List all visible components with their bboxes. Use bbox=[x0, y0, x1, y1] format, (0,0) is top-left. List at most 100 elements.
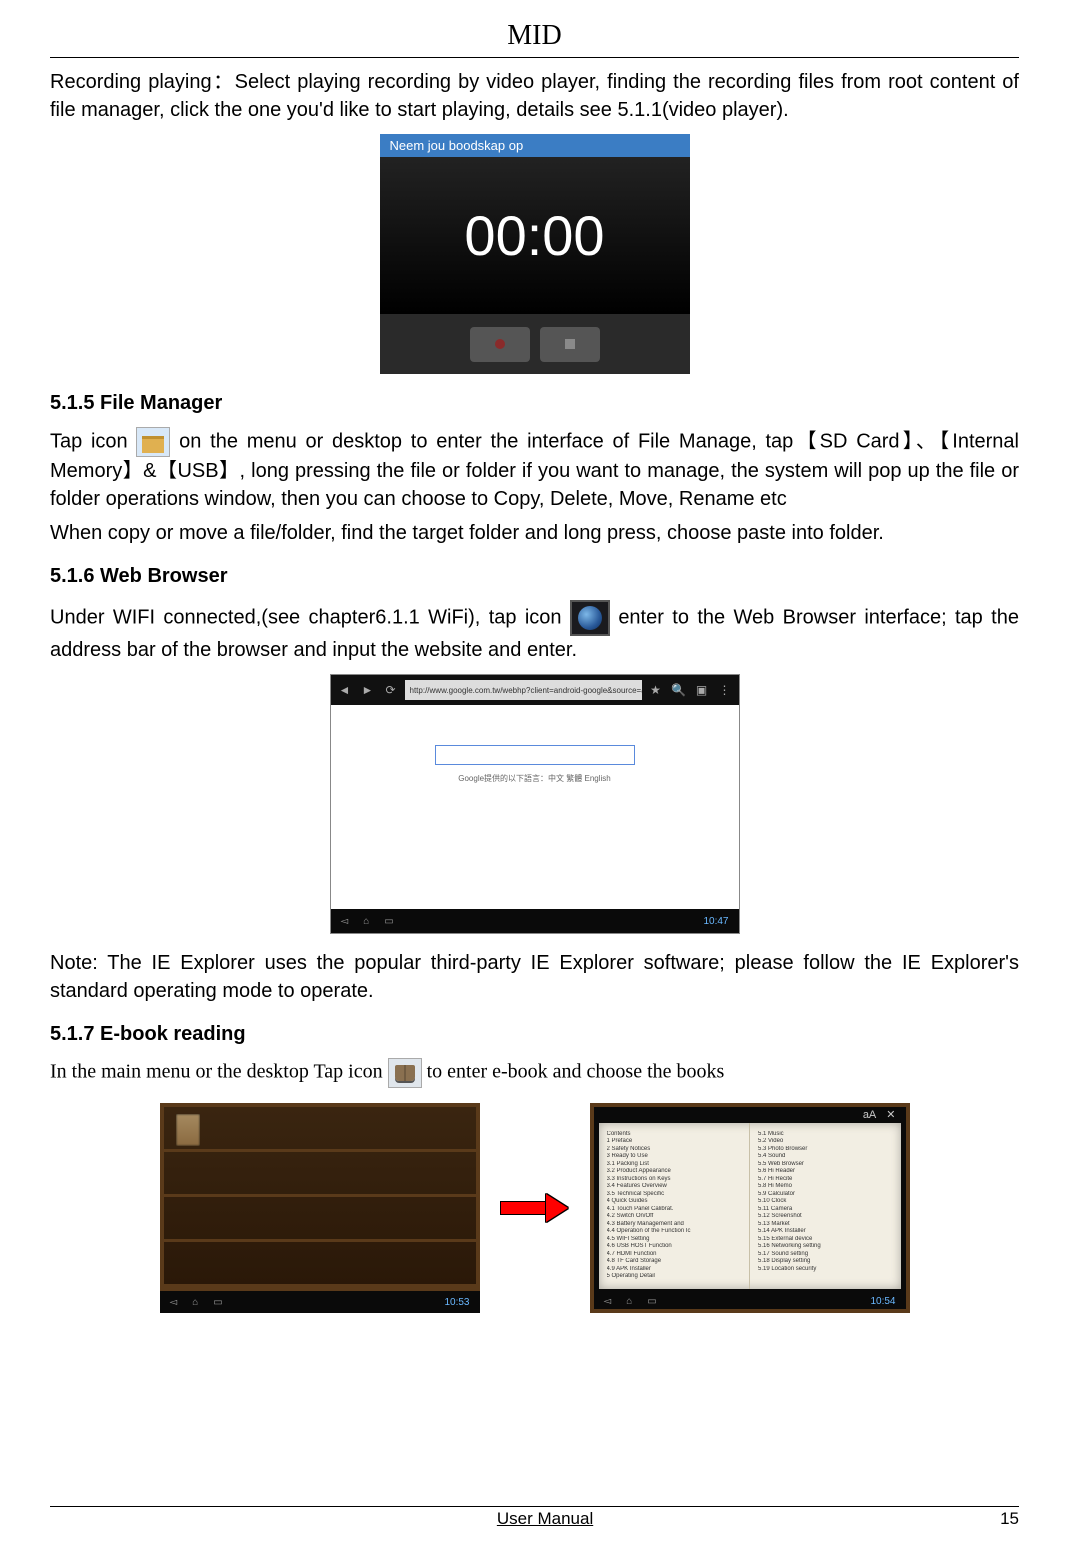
google-caption: Google提供的以下語言：中文 繁體 English bbox=[351, 773, 719, 784]
toc-line: 5.5 Web Browser bbox=[758, 1161, 893, 1167]
text-pre-browser-icon: Under WIFI connected,(see chapter6.1.1 W… bbox=[50, 606, 562, 628]
recording-controls bbox=[380, 314, 690, 374]
toc-line: 5.17 Sound setting bbox=[758, 1251, 893, 1257]
section-515-body: Tap icon on the menu or desktop to enter… bbox=[50, 427, 1019, 513]
ebook-pages[interactable]: Contents1 Preface2 Safety Notices3 Ready… bbox=[599, 1123, 901, 1289]
nav-recent-icon[interactable]: ▭ bbox=[384, 916, 393, 927]
book-item[interactable] bbox=[176, 1114, 200, 1146]
browser-screenshot: ◄ ► ⟳ http://www.google.com.tw/webhp?cli… bbox=[330, 674, 740, 934]
toc-line: 4.5 WIFI Setting bbox=[607, 1236, 742, 1242]
toc-line: 5.14 APK Installer bbox=[758, 1228, 893, 1234]
font-size-icon[interactable]: aA bbox=[863, 1109, 876, 1121]
footer-title: User Manual bbox=[90, 1509, 1000, 1529]
recording-time-display: 00:00 bbox=[380, 157, 690, 314]
recording-screenshot: Neem jou boodskap op 00:00 bbox=[380, 134, 690, 374]
toc-line: 5.12 Screenshot bbox=[758, 1213, 893, 1219]
toc-line: 5.9 Calculator bbox=[758, 1191, 893, 1197]
toc-line: 3.1 Packing List bbox=[607, 1161, 742, 1167]
toc-line: 4.7 HDMI Function bbox=[607, 1251, 742, 1257]
page-header-title: MID bbox=[50, 20, 1019, 52]
shelf-row bbox=[164, 1107, 476, 1152]
nav-back-icon[interactable]: ◅ bbox=[604, 1296, 612, 1307]
toc-line: Contents bbox=[607, 1131, 742, 1137]
toc-line: 5.10 Clock bbox=[758, 1198, 893, 1204]
intro-paragraph: Recording playing：Select playing recordi… bbox=[50, 68, 1019, 124]
reload-icon[interactable]: ⟳ bbox=[382, 683, 400, 697]
text-pre-book-icon: In the main menu or the desktop Tap icon bbox=[50, 1061, 388, 1083]
toc-line: 4.1 Touch Panel Calibrat. bbox=[607, 1206, 742, 1212]
nav-recent-icon[interactable]: ▭ bbox=[647, 1296, 656, 1307]
section-517-heading: 5.1.7 E-book reading bbox=[50, 1023, 1019, 1046]
toc-line: 4 Quick Guides bbox=[607, 1198, 742, 1204]
toc-line: 1 Preface bbox=[607, 1138, 742, 1144]
url-bar[interactable]: http://www.google.com.tw/webhp?client=an… bbox=[405, 680, 642, 700]
browser-icon bbox=[570, 600, 610, 636]
section-515-line2: When copy or move a file/folder, find th… bbox=[50, 519, 1019, 547]
page-number: 15 bbox=[1000, 1509, 1019, 1529]
ebook-nav-bar: ◅ ⌂ ▭ 10:54 bbox=[594, 1294, 906, 1310]
status-time: 10:54 bbox=[870, 1296, 895, 1307]
ebook-left-page: Contents1 Preface2 Safety Notices3 Ready… bbox=[599, 1123, 751, 1289]
section-516-body: Under WIFI connected,(see chapter6.1.1 W… bbox=[50, 600, 1019, 664]
toc-line: 5 Operating Detail bbox=[607, 1273, 742, 1279]
browser-toolbar: ◄ ► ⟳ http://www.google.com.tw/webhp?cli… bbox=[331, 675, 739, 705]
text-post-folder-icon: on the menu or desktop to enter the inte… bbox=[50, 430, 1019, 510]
toc-line: 5.3 Photo Browser bbox=[758, 1146, 893, 1152]
status-time: 10:47 bbox=[703, 916, 728, 927]
ebook-header: aA ✕ bbox=[594, 1107, 906, 1123]
toc-line: 5.13 Market bbox=[758, 1221, 893, 1227]
bookmark-icon[interactable]: ★ bbox=[647, 683, 665, 697]
stop-button[interactable] bbox=[540, 327, 600, 362]
text-post-book-icon: to enter e-book and choose the books bbox=[427, 1061, 725, 1083]
toc-line: 4.3 Battery Management and bbox=[607, 1221, 742, 1227]
nav-home-icon[interactable]: ⌂ bbox=[363, 916, 369, 927]
nav-recent-icon[interactable]: ▭ bbox=[213, 1297, 222, 1308]
menu-icon[interactable]: ⋮ bbox=[716, 683, 734, 697]
nav-home-icon[interactable]: ⌂ bbox=[626, 1296, 632, 1307]
section-517-body: In the main menu or the desktop Tap icon… bbox=[50, 1058, 1019, 1088]
toc-line: 5.8 Hi Memo bbox=[758, 1183, 893, 1189]
toc-line: 5.4 Sound bbox=[758, 1153, 893, 1159]
forward-icon[interactable]: ► bbox=[359, 683, 377, 697]
book-icon bbox=[388, 1058, 422, 1088]
section-516-heading: 5.1.6 Web Browser bbox=[50, 565, 1019, 588]
browser-page: Google提供的以下語言：中文 繁體 English bbox=[331, 705, 739, 909]
toc-line: 4.2 Switch On/Off bbox=[607, 1213, 742, 1219]
toc-line: 3.2 Product Appearance bbox=[607, 1168, 742, 1174]
ebook-reader-screenshot: aA ✕ Contents1 Preface2 Safety Notices3 … bbox=[590, 1103, 910, 1313]
ebook-nav-bar: ◅ ⌂ ▭ 10:53 bbox=[160, 1291, 480, 1313]
text-pre-folder-icon: Tap icon bbox=[50, 430, 136, 452]
toc-line: 5.1 Music bbox=[758, 1131, 893, 1137]
toc-line: 4.9 APK Installer bbox=[607, 1266, 742, 1272]
shelf-row bbox=[164, 1242, 476, 1287]
tabs-icon[interactable]: ▣ bbox=[693, 683, 711, 697]
folder-icon bbox=[136, 427, 170, 457]
ebook-shelf-screenshot: ◅ ⌂ ▭ 10:53 bbox=[160, 1103, 480, 1313]
toc-line: 4.8 TF Card Storage bbox=[607, 1258, 742, 1264]
record-button[interactable] bbox=[470, 327, 530, 362]
section-515-heading: 5.1.5 File Manager bbox=[50, 392, 1019, 415]
browser-nav-bar: ◅ ⌂ ▭ 10:47 bbox=[331, 909, 739, 933]
toc-line: 5.16 Networking setting bbox=[758, 1243, 893, 1249]
nav-home-icon[interactable]: ⌂ bbox=[192, 1297, 198, 1308]
toc-line: 3.3 Instructions on Keys bbox=[607, 1176, 742, 1182]
nav-back-icon[interactable]: ◅ bbox=[341, 916, 349, 927]
nav-back-icon[interactable]: ◅ bbox=[170, 1297, 178, 1308]
toc-line: 5.15 External device bbox=[758, 1236, 893, 1242]
toc-line: 4.4 Operation of the Function Ic bbox=[607, 1228, 742, 1234]
google-search-box[interactable] bbox=[435, 745, 635, 765]
recording-title: Neem jou boodskap op bbox=[380, 134, 690, 157]
toc-line: 3.4 Features Overview bbox=[607, 1183, 742, 1189]
search-icon[interactable]: 🔍 bbox=[670, 683, 688, 697]
toc-line: 3.5 Technical Specific bbox=[607, 1191, 742, 1197]
toc-line: 5.7 Hi Recite bbox=[758, 1176, 893, 1182]
bookshelf bbox=[160, 1103, 480, 1291]
toc-line: 3 Ready to Use bbox=[607, 1153, 742, 1159]
status-time: 10:53 bbox=[444, 1297, 469, 1308]
close-icon[interactable]: ✕ bbox=[886, 1108, 895, 1121]
back-icon[interactable]: ◄ bbox=[336, 683, 354, 697]
ebook-right-page: 5.1 Music5.2 Video5.3 Photo Browser5.4 S… bbox=[750, 1123, 901, 1289]
page-footer: User Manual 15 bbox=[50, 1506, 1019, 1529]
header-rule bbox=[50, 57, 1019, 58]
toc-line: 5.11 Camera bbox=[758, 1206, 893, 1212]
